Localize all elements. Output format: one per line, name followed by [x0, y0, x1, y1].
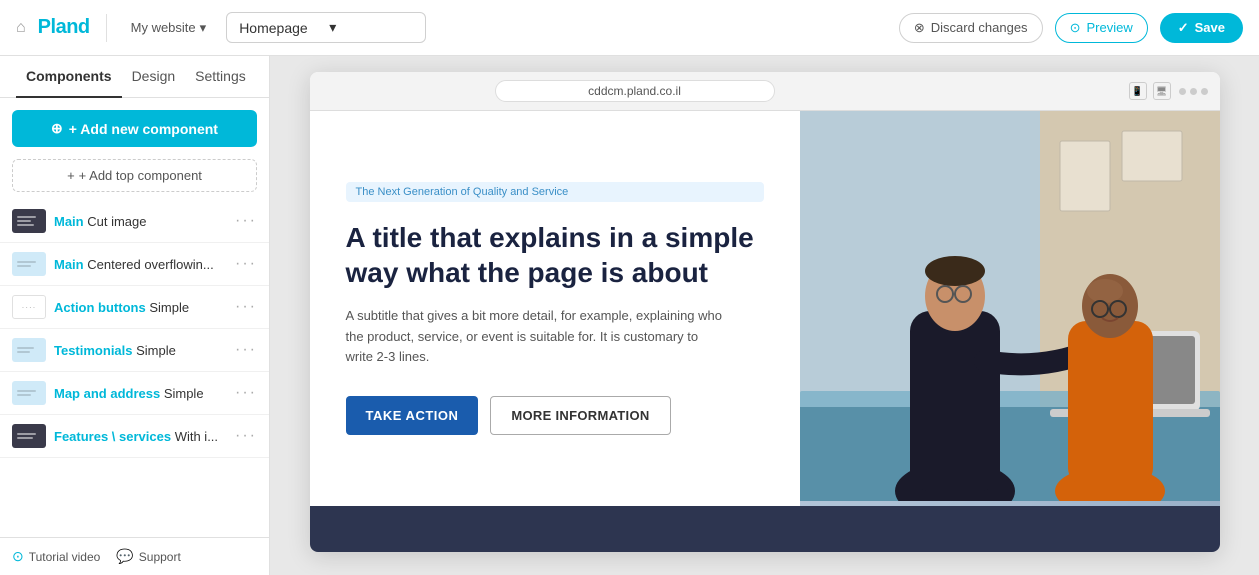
hero-image — [800, 111, 1220, 506]
page-selector[interactable]: Homepage ▾ — [226, 12, 426, 43]
list-item[interactable]: Main Cut image ··· — [0, 200, 269, 243]
chat-icon: 💬 — [116, 548, 133, 565]
list-item[interactable]: Main Centered overflowin... ··· — [0, 243, 269, 286]
website-chevron-icon: ▾ — [200, 20, 207, 36]
list-item[interactable]: Features \ services With i... ··· — [0, 415, 269, 458]
component-more-icon[interactable]: ··· — [235, 255, 257, 273]
dot-3 — [1201, 88, 1208, 95]
component-label: Testimonials Simple — [54, 343, 227, 358]
add-new-icon: ⊕ — [51, 120, 63, 137]
more-information-button[interactable]: MORE INFORMATION — [490, 396, 670, 435]
tab-settings[interactable]: Settings — [185, 56, 256, 98]
add-top-icon: + — [67, 168, 75, 183]
component-more-icon[interactable]: ··· — [235, 298, 257, 316]
component-thumb — [12, 252, 46, 276]
main-layout: Components Design Settings ⊕ + Add new c… — [0, 56, 1259, 575]
dot-1 — [1179, 88, 1186, 95]
add-new-label: + Add new component — [69, 121, 218, 137]
component-list: Main Cut image ··· Main Centered overflo… — [0, 200, 269, 537]
component-label: Main Centered overflowin... — [54, 257, 227, 272]
preview-icon: ⊙ — [1070, 20, 1081, 36]
sidebar-tabs: Components Design Settings — [0, 56, 269, 98]
component-more-icon[interactable]: ··· — [235, 427, 257, 445]
top-nav: ⌂ Pland My website ▾ Homepage ▾ ⊗ Discar… — [0, 0, 1259, 56]
list-item[interactable]: Map and address Simple ··· — [0, 372, 269, 415]
url-text: cddcm.pland.co.il — [588, 84, 681, 98]
support-label: Support — [139, 550, 181, 564]
support-button[interactable]: 💬 Support — [116, 548, 180, 565]
component-thumb — [12, 424, 46, 448]
hero-badge: The Next Generation of Quality and Servi… — [346, 182, 764, 202]
desktop-icon[interactable]: 🖥 — [1153, 82, 1171, 100]
browser-window-controls — [1179, 88, 1208, 95]
hero-content: The Next Generation of Quality and Servi… — [310, 111, 800, 506]
take-action-button[interactable]: TAKE ACTION — [346, 396, 479, 435]
save-button[interactable]: ✓ Save — [1160, 13, 1243, 43]
component-more-icon[interactable]: ··· — [235, 384, 257, 402]
website-selector[interactable]: My website ▾ — [123, 16, 215, 40]
component-label: Action buttons Simple — [54, 300, 227, 315]
browser-icons: 📱 🖥 — [1129, 82, 1171, 100]
component-thumb — [12, 338, 46, 362]
tutorial-label: Tutorial video — [29, 550, 101, 564]
component-more-icon[interactable]: ··· — [235, 212, 257, 230]
preview-button[interactable]: ⊙ Preview — [1055, 13, 1148, 43]
component-label: Features \ services With i... — [54, 429, 227, 444]
browser-url-bar: cddcm.pland.co.il — [495, 80, 775, 102]
hero-section: The Next Generation of Quality and Servi… — [310, 111, 1220, 506]
component-more-icon[interactable]: ··· — [235, 341, 257, 359]
save-icon: ✓ — [1178, 20, 1189, 36]
sidebar-footer: ⊙ Tutorial video 💬 Support — [0, 537, 269, 575]
add-top-component-button[interactable]: + + Add top component — [12, 159, 257, 192]
preview-area: cddcm.pland.co.il 📱 🖥 The Next Generatio… — [270, 56, 1259, 575]
hero-title: A title that explains in a simple way wh… — [346, 220, 764, 290]
tab-components[interactable]: Components — [16, 56, 122, 98]
add-new-component-button[interactable]: ⊕ + Add new component — [12, 110, 257, 147]
discard-label: Discard changes — [931, 20, 1028, 35]
browser-chrome: cddcm.pland.co.il 📱 🖥 — [310, 72, 1220, 111]
component-label: Map and address Simple — [54, 386, 227, 401]
website-label: My website — [131, 20, 196, 35]
home-icon[interactable]: ⌂ — [16, 19, 26, 37]
hero-subtitle: A subtitle that gives a bit more detail,… — [346, 306, 726, 368]
preview-label: Preview — [1086, 20, 1132, 35]
add-top-label: + Add top component — [79, 168, 202, 183]
save-label: Save — [1195, 20, 1225, 35]
dot-2 — [1190, 88, 1197, 95]
nav-divider — [106, 14, 107, 42]
play-icon: ⊙ — [12, 548, 24, 565]
discard-button[interactable]: ⊗ Discard changes — [899, 13, 1043, 43]
page-label: Homepage — [239, 20, 323, 36]
mobile-icon[interactable]: 📱 — [1129, 82, 1147, 100]
hero-buttons: TAKE ACTION MORE INFORMATION — [346, 396, 764, 435]
tab-design[interactable]: Design — [122, 56, 186, 98]
browser-frame: cddcm.pland.co.il 📱 🖥 The Next Generatio… — [310, 72, 1220, 552]
component-label: Main Cut image — [54, 214, 227, 229]
bottom-strip — [310, 506, 1220, 552]
sidebar: Components Design Settings ⊕ + Add new c… — [0, 56, 270, 575]
brand-logo: Pland — [38, 16, 90, 39]
list-item[interactable]: ···· Action buttons Simple ··· — [0, 286, 269, 329]
component-thumb — [12, 381, 46, 405]
discard-icon: ⊗ — [914, 20, 925, 36]
component-thumb — [12, 209, 46, 233]
hero-image-bg — [800, 111, 1220, 506]
page-chevron-icon: ▾ — [329, 19, 413, 36]
hero-illustration — [800, 111, 1220, 501]
tutorial-video-button[interactable]: ⊙ Tutorial video — [12, 548, 100, 565]
list-item[interactable]: Testimonials Simple ··· — [0, 329, 269, 372]
component-thumb: ···· — [12, 295, 46, 319]
